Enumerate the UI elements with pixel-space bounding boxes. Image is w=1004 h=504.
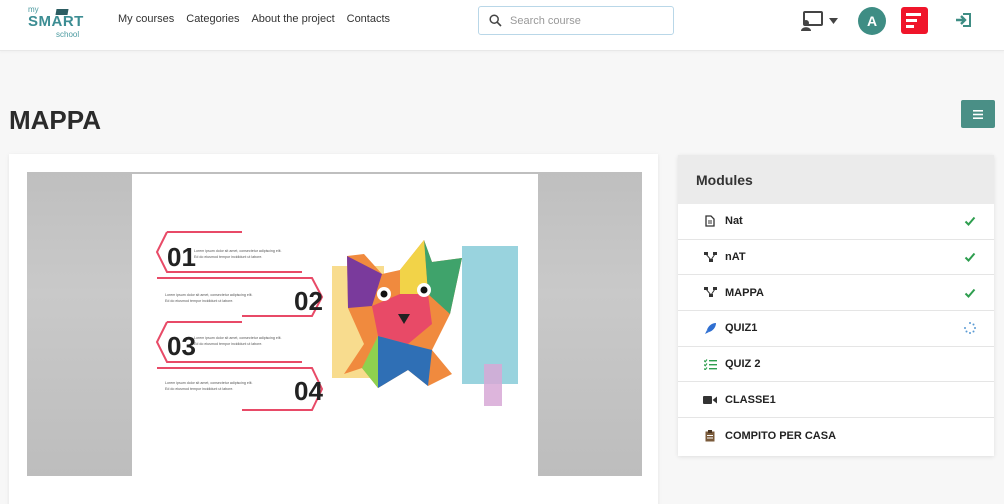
launcher-bar-icon bbox=[906, 13, 921, 16]
logout-icon[interactable] bbox=[955, 12, 973, 28]
main-nav: My courses Categories About the project … bbox=[118, 13, 390, 25]
slide-number-03: 03 bbox=[167, 331, 196, 361]
module-item-mappa[interactable]: MAPPA bbox=[678, 275, 994, 312]
clipboard-icon bbox=[703, 429, 717, 443]
content-card: 01 02 03 04 Lorem ipsum dolor sit amet, … bbox=[9, 154, 658, 504]
video-camera-icon bbox=[703, 393, 717, 407]
module-item-compito-per-casa[interactable]: COMPITO PER CASA bbox=[678, 418, 994, 454]
slide-number-04: 04 bbox=[294, 376, 323, 406]
check-icon bbox=[964, 288, 976, 298]
document-icon bbox=[703, 214, 717, 228]
logo-smart-text: SMART bbox=[28, 13, 84, 30]
loading-spinner-icon bbox=[964, 322, 976, 335]
module-label: QUIZ1 bbox=[725, 322, 758, 335]
slide-item-text: Lorem ipsum dolor sit amet, consectetur … bbox=[165, 293, 253, 297]
top-navbar: my SMART school My courses Categories Ab… bbox=[0, 0, 1004, 51]
page-title: MAPPA bbox=[9, 105, 101, 135]
slide-number-02: 02 bbox=[294, 286, 323, 316]
user-avatar[interactable]: A bbox=[858, 7, 886, 35]
module-item-classe1[interactable]: CLASSE1 bbox=[678, 382, 994, 419]
search-box bbox=[478, 6, 674, 35]
checklist-icon bbox=[703, 357, 717, 371]
mindmap-icon bbox=[703, 250, 717, 264]
module-label: COMPITO PER CASA bbox=[725, 429, 837, 442]
course-menu-button[interactable] bbox=[961, 100, 995, 128]
module-label: Nat bbox=[725, 215, 743, 228]
nav-contacts[interactable]: Contacts bbox=[347, 13, 390, 25]
modules-panel: Modules Nat nAT MAPPA QUIZ1 QUIZ 2 CLASS… bbox=[678, 155, 994, 456]
pop-art-cat-illustration bbox=[332, 240, 518, 406]
nav-my-courses[interactable]: My courses bbox=[118, 13, 174, 25]
check-icon bbox=[964, 252, 976, 263]
module-item-nat-map[interactable]: nAT bbox=[678, 240, 994, 276]
rocket-icon bbox=[703, 321, 717, 335]
modules-heading: Modules bbox=[678, 155, 994, 204]
slide-item-text: Lorem ipsum dolor sit amet, consectetur … bbox=[165, 381, 253, 385]
slide-item-text: Ed do eiusmod tempor incididunt ut labor… bbox=[194, 255, 262, 259]
infographic-slide: 01 02 03 04 Lorem ipsum dolor sit amet, … bbox=[155, 231, 518, 411]
module-label: nAT bbox=[725, 251, 746, 264]
check-icon bbox=[964, 217, 976, 227]
presentation-monitor-icon bbox=[801, 11, 823, 31]
slide-item-text: Ed do eiusmod tempor incididunt ut labor… bbox=[194, 342, 262, 346]
launcher-bar-icon bbox=[906, 19, 917, 22]
chevron-down-icon bbox=[829, 18, 838, 24]
slide-item-text: Ed do eiusmod tempor incididunt ut labor… bbox=[165, 299, 233, 303]
teacher-view-dropdown[interactable] bbox=[800, 11, 844, 31]
module-label: CLASSE1 bbox=[725, 393, 776, 406]
mindmap-icon bbox=[703, 286, 717, 300]
mysmartschool-logo[interactable]: my SMART school bbox=[28, 5, 84, 41]
slide-image: 01 02 03 04 Lorem ipsum dolor sit amet, … bbox=[132, 174, 538, 476]
slide-number-01: 01 bbox=[167, 242, 196, 272]
hamburger-icon bbox=[973, 109, 983, 119]
module-label: QUIZ 2 bbox=[725, 358, 761, 371]
logo-school-text: school bbox=[56, 30, 80, 39]
module-item-quiz2[interactable]: QUIZ 2 bbox=[678, 347, 994, 383]
nav-categories[interactable]: Categories bbox=[186, 13, 239, 25]
slide-item-text: Lorem ipsum dolor sit amet, consectetur … bbox=[194, 249, 282, 253]
slide-item-text: Ed do eiusmod tempor incididunt ut labor… bbox=[165, 387, 233, 391]
slide-viewer[interactable]: 01 02 03 04 Lorem ipsum dolor sit amet, … bbox=[27, 172, 642, 476]
app-launcher-button[interactable] bbox=[901, 7, 928, 34]
module-label: MAPPA bbox=[725, 286, 764, 299]
search-icon bbox=[489, 14, 502, 27]
nav-about-project[interactable]: About the project bbox=[251, 13, 334, 25]
module-item-nat[interactable]: Nat bbox=[678, 204, 994, 240]
module-item-quiz1[interactable]: QUIZ1 bbox=[678, 311, 994, 347]
launcher-bar-icon bbox=[906, 25, 914, 28]
slide-item-text: Lorem ipsum dolor sit amet, consectetur … bbox=[194, 336, 282, 340]
search-input[interactable] bbox=[510, 14, 660, 27]
